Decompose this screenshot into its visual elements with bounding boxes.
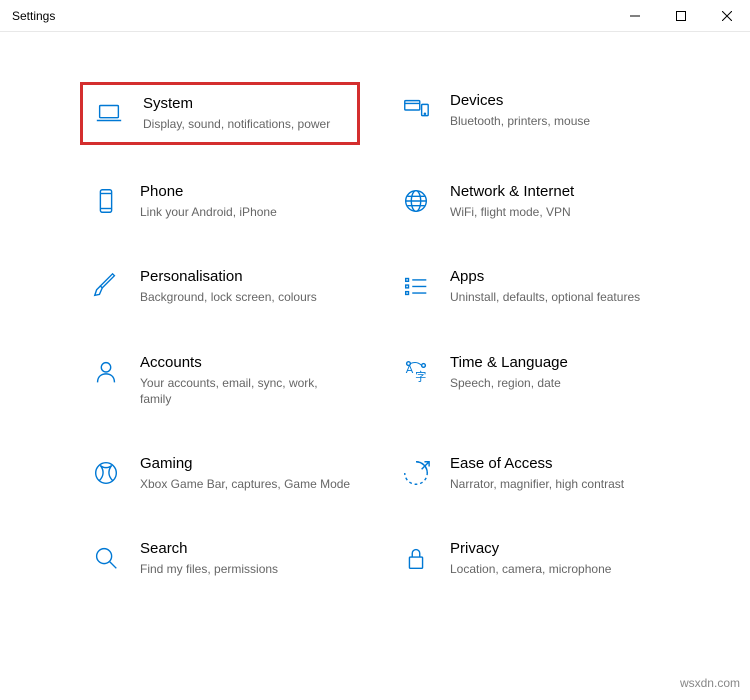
category-desc: Display, sound, notifications, power (143, 116, 349, 132)
category-search[interactable]: Search Find my files, permissions (80, 530, 360, 587)
close-button[interactable] (704, 0, 750, 32)
svg-text:字: 字 (415, 369, 426, 383)
globe-icon (398, 183, 434, 219)
category-title: System (143, 95, 349, 112)
category-title: Phone (140, 183, 352, 200)
person-icon (88, 354, 124, 390)
minimize-button[interactable] (612, 0, 658, 32)
titlebar: Settings (0, 0, 750, 32)
devices-icon (398, 92, 434, 128)
category-time-language[interactable]: A字 Time & Language Speech, region, date (390, 344, 670, 417)
category-gaming[interactable]: Gaming Xbox Game Bar, captures, Game Mod… (80, 445, 360, 502)
category-devices[interactable]: Devices Bluetooth, printers, mouse (390, 82, 670, 145)
category-desc: WiFi, flight mode, VPN (450, 204, 662, 220)
category-desc: Find my files, permissions (140, 561, 352, 577)
category-privacy[interactable]: Privacy Location, camera, microphone (390, 530, 670, 587)
phone-icon (88, 183, 124, 219)
settings-content: System Display, sound, notifications, po… (0, 32, 750, 617)
category-title: Gaming (140, 455, 352, 472)
window-title: Settings (12, 9, 55, 23)
category-desc: Bluetooth, printers, mouse (450, 113, 662, 129)
watermark-text: wsxdn.com (680, 676, 740, 690)
category-ease-of-access[interactable]: Ease of Access Narrator, magnifier, high… (390, 445, 670, 502)
category-desc: Link your Android, iPhone (140, 204, 352, 220)
language-icon: A字 (398, 354, 434, 390)
lock-icon (398, 540, 434, 576)
category-title: Network & Internet (450, 183, 662, 200)
category-title: Devices (450, 92, 662, 109)
paintbrush-icon (88, 268, 124, 304)
accessibility-icon (398, 455, 434, 491)
category-desc: Speech, region, date (450, 375, 662, 391)
category-desc: Narrator, magnifier, high contrast (450, 476, 662, 492)
titlebar-controls (612, 0, 750, 32)
category-apps[interactable]: Apps Uninstall, defaults, optional featu… (390, 258, 670, 315)
category-personalisation[interactable]: Personalisation Background, lock screen,… (80, 258, 360, 315)
laptop-icon (91, 95, 127, 131)
category-title: Ease of Access (450, 455, 662, 472)
search-icon (88, 540, 124, 576)
category-title: Personalisation (140, 268, 352, 285)
xbox-icon (88, 455, 124, 491)
category-desc: Background, lock screen, colours (140, 289, 352, 305)
list-icon (398, 268, 434, 304)
category-accounts[interactable]: Accounts Your accounts, email, sync, wor… (80, 344, 360, 417)
category-grid: System Display, sound, notifications, po… (80, 82, 670, 587)
category-desc: Location, camera, microphone (450, 561, 662, 577)
category-title: Time & Language (450, 354, 662, 371)
category-system[interactable]: System Display, sound, notifications, po… (80, 82, 360, 145)
maximize-button[interactable] (658, 0, 704, 32)
category-desc: Uninstall, defaults, optional features (450, 289, 662, 305)
category-title: Privacy (450, 540, 662, 557)
category-desc: Your accounts, email, sync, work, family (140, 375, 352, 407)
category-desc: Xbox Game Bar, captures, Game Mode (140, 476, 352, 492)
category-title: Accounts (140, 354, 352, 371)
category-title: Search (140, 540, 352, 557)
category-title: Apps (450, 268, 662, 285)
category-phone[interactable]: Phone Link your Android, iPhone (80, 173, 360, 230)
category-network[interactable]: Network & Internet WiFi, flight mode, VP… (390, 173, 670, 230)
